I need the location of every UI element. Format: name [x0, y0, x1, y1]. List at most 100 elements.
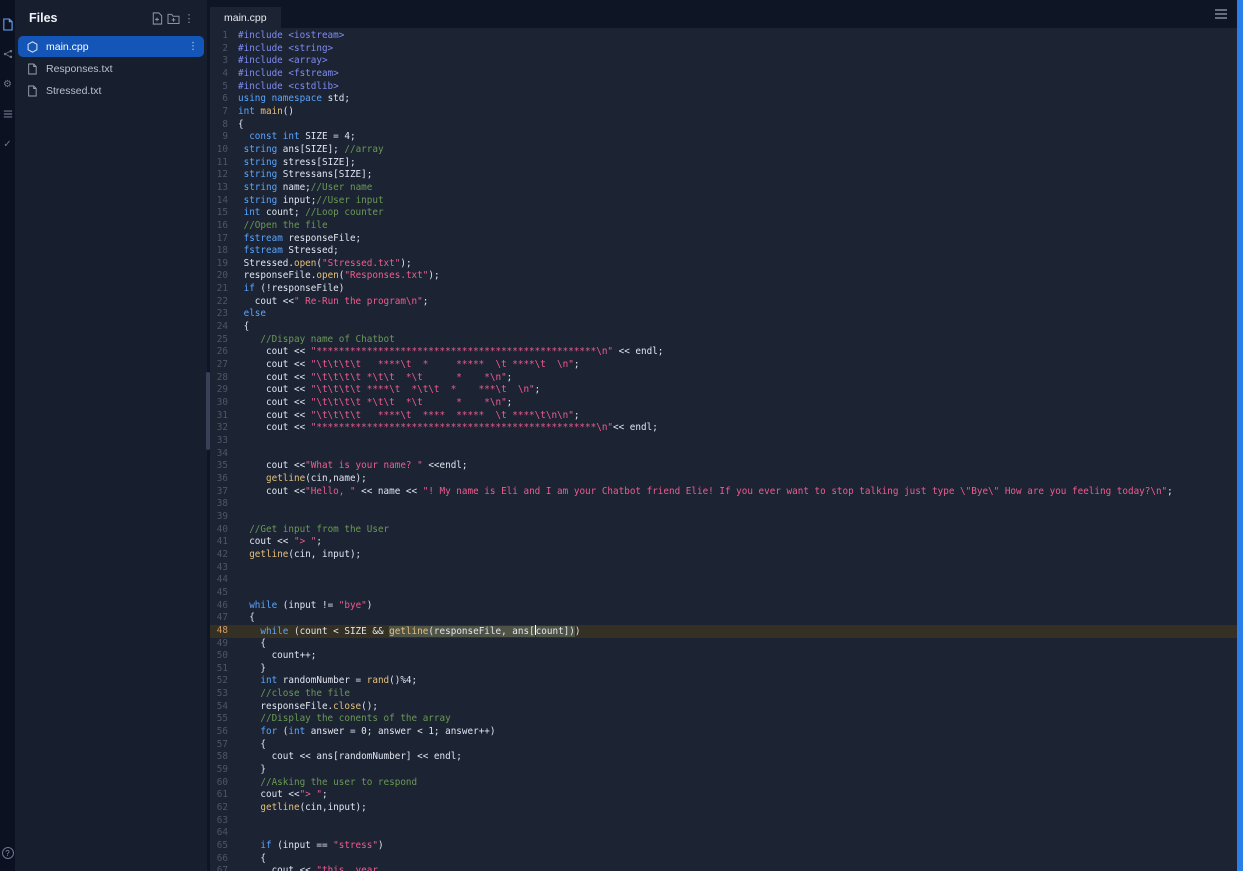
- code-line[interactable]: 13 string name;//User name: [210, 182, 1237, 195]
- line-number: 56: [216, 726, 228, 738]
- code-line[interactable]: 59 }: [210, 764, 1237, 777]
- code-line[interactable]: 36 getline(cin,name);: [210, 473, 1237, 486]
- code-line[interactable]: 39: [210, 511, 1237, 524]
- code-line[interactable]: 47 {: [210, 612, 1237, 625]
- line-content: {: [238, 612, 255, 624]
- code-line[interactable]: 28 cout << "\t\t\t\t *\t\t *\t * *\n";: [210, 372, 1237, 385]
- code-line[interactable]: 53 //close the file: [210, 688, 1237, 701]
- line-content: int randomNumber = rand()%4;: [260, 675, 418, 687]
- checklist-icon[interactable]: ✓: [2, 138, 14, 150]
- code-line[interactable]: 46 while (input != "bye"): [210, 600, 1237, 613]
- line-content: cout << "\t\t\t\t *\t\t *\t * *\n";: [238, 371, 513, 383]
- code-line[interactable]: 56 for (int answer = 0; answer < 1; answ…: [210, 726, 1237, 739]
- line-number: 15: [216, 207, 228, 219]
- code-line[interactable]: 44: [210, 574, 1237, 587]
- code-line[interactable]: 41 cout << "> ";: [210, 536, 1237, 549]
- code-line[interactable]: 12 string Stressans[SIZE];: [210, 169, 1237, 182]
- code-line[interactable]: 43: [210, 562, 1237, 575]
- code-line[interactable]: 31 cout << "\t\t\t\t ****\t **** ***** \…: [210, 410, 1237, 423]
- code-line[interactable]: 49 {: [210, 638, 1237, 651]
- code-line[interactable]: 65 if (input == "stress"): [210, 840, 1237, 853]
- line-number: 65: [216, 840, 228, 851]
- code-line[interactable]: 3 #include <array>: [210, 55, 1237, 68]
- code-line[interactable]: 57 {: [210, 739, 1237, 752]
- code-line[interactable]: 61 cout <<"> ";: [210, 789, 1237, 802]
- code-line[interactable]: 40 //Get input from the User: [210, 524, 1237, 537]
- code-line[interactable]: 20 responseFile.open("Responses.txt");: [210, 270, 1237, 283]
- settings-gear-icon[interactable]: ⚙: [2, 78, 14, 90]
- code-line[interactable]: 62 getline(cin,input);: [210, 802, 1237, 815]
- help-icon[interactable]: ?: [1, 847, 14, 859]
- add-file-icon[interactable]: [149, 10, 165, 26]
- code-line[interactable]: 7 int main(): [210, 106, 1237, 119]
- code-line[interactable]: 6 using namespace std;: [210, 93, 1237, 106]
- code-line[interactable]: 60 //Asking the user to respond: [210, 777, 1237, 790]
- code-line[interactable]: 66 {: [210, 853, 1237, 866]
- version-control-icon[interactable]: [2, 48, 14, 60]
- code-line[interactable]: 21 if (!responseFile): [210, 283, 1237, 296]
- code-line[interactable]: 38: [210, 498, 1237, 511]
- file-item-stressed-txt[interactable]: Stressed.txt: [18, 80, 204, 101]
- code-line[interactable]: 4 #include <fstream>: [210, 68, 1237, 81]
- code-line[interactable]: 29 cout << "\t\t\t\t ****\t *\t\t * ***\…: [210, 384, 1237, 397]
- code-line[interactable]: 18 fstream Stressed;: [210, 245, 1237, 258]
- add-folder-icon[interactable]: [165, 10, 181, 26]
- code-line[interactable]: 19 Stressed.open("Stressed.txt");: [210, 258, 1237, 271]
- code-line[interactable]: 55 //Display the conents of the array: [210, 713, 1237, 726]
- line-content: #include <iostream>: [238, 30, 345, 41]
- code-line[interactable]: 1 #include <iostream>: [210, 30, 1237, 43]
- code-line[interactable]: 34: [210, 448, 1237, 461]
- code-line[interactable]: 16 //Open the file: [210, 220, 1237, 233]
- code-line[interactable]: 58 cout << ans[randomNumber] << endl;: [210, 751, 1237, 764]
- code-line[interactable]: 35 cout <<"What is your name? " <<endl;: [210, 460, 1237, 473]
- code-line[interactable]: 51 }: [210, 663, 1237, 676]
- line-content: responseFile.open("Responses.txt");: [238, 270, 440, 282]
- hamburger-menu-icon[interactable]: [1215, 9, 1227, 19]
- code-line[interactable]: 26 cout << "****************************…: [210, 346, 1237, 359]
- code-line[interactable]: 63: [210, 815, 1237, 828]
- file-item-more-icon[interactable]: ⋮: [188, 41, 198, 52]
- code-line[interactable]: 37 cout <<"Hello, " << name << "! My nam…: [210, 486, 1237, 499]
- line-number: 33: [216, 435, 228, 446]
- console-icon[interactable]: [2, 108, 14, 120]
- files-panel: Files ⋮ main.cpp ⋮ Responses.txt Stresse…: [15, 0, 207, 871]
- code-line[interactable]: 11 string stress[SIZE];: [210, 157, 1237, 170]
- code-line[interactable]: 33: [210, 435, 1237, 448]
- file-item-main-cpp[interactable]: main.cpp ⋮: [18, 36, 204, 57]
- code-line[interactable]: 27 cout << "\t\t\t\t ****\t * ***** \t *…: [210, 359, 1237, 372]
- more-options-icon[interactable]: ⋮: [181, 10, 197, 26]
- code-line[interactable]: 10 string ans[SIZE]; //array: [210, 144, 1237, 157]
- code-line[interactable]: 23 else: [210, 308, 1237, 321]
- line-content: if (!responseFile): [243, 283, 345, 295]
- line-content: {: [238, 321, 250, 333]
- tab-main-cpp[interactable]: main.cpp: [210, 7, 281, 28]
- code-line[interactable]: 30 cout << "\t\t\t\t *\t\t *\t * *\n";: [210, 397, 1237, 410]
- code-line[interactable]: 15 int count; //Loop counter: [210, 207, 1237, 220]
- line-number: 29: [216, 384, 228, 396]
- files-icon[interactable]: [2, 17, 14, 31]
- code-line[interactable]: 17 fstream responseFile;: [210, 233, 1237, 246]
- code-line[interactable]: 67 cout << "this year: [210, 865, 1237, 871]
- code-line[interactable]: 14 string input;//User input: [210, 195, 1237, 208]
- code-line[interactable]: 48 while (count < SIZE && getline(respon…: [210, 624, 1237, 638]
- file-item-responses-txt[interactable]: Responses.txt: [18, 58, 204, 79]
- code-line[interactable]: 2 #include <string>: [210, 43, 1237, 56]
- cpp-file-icon: [27, 40, 40, 53]
- code-line[interactable]: 42 getline(cin, input);: [210, 549, 1237, 562]
- code-line[interactable]: 8{: [210, 119, 1237, 132]
- code-line[interactable]: 64: [210, 827, 1237, 840]
- code-area[interactable]: 1 #include <iostream> 2 #include <string> 3 #…: [210, 28, 1237, 871]
- code-line[interactable]: 25 //Dispay name of Chatbot: [210, 334, 1237, 347]
- code-line[interactable]: 45: [210, 587, 1237, 600]
- code-line[interactable]: 5 #include <cstdlib>: [210, 81, 1237, 94]
- line-content: cout << ans[randomNumber] << endl;: [238, 751, 462, 763]
- code-line[interactable]: 50 count++;: [210, 650, 1237, 663]
- code-line[interactable]: 52 int randomNumber = rand()%4;: [210, 675, 1237, 688]
- code-line[interactable]: 9 const int SIZE = 4;: [210, 131, 1237, 144]
- code-line[interactable]: 32 cout << "****************************…: [210, 422, 1237, 435]
- editor-tab-bar: main.cpp: [210, 0, 1237, 28]
- code-line[interactable]: 24 {: [210, 321, 1237, 334]
- code-line[interactable]: 22 cout <<" Re-Run the program\n";: [210, 296, 1237, 309]
- line-number: 42: [216, 548, 228, 560]
- code-line[interactable]: 54 responseFile.close();: [210, 701, 1237, 714]
